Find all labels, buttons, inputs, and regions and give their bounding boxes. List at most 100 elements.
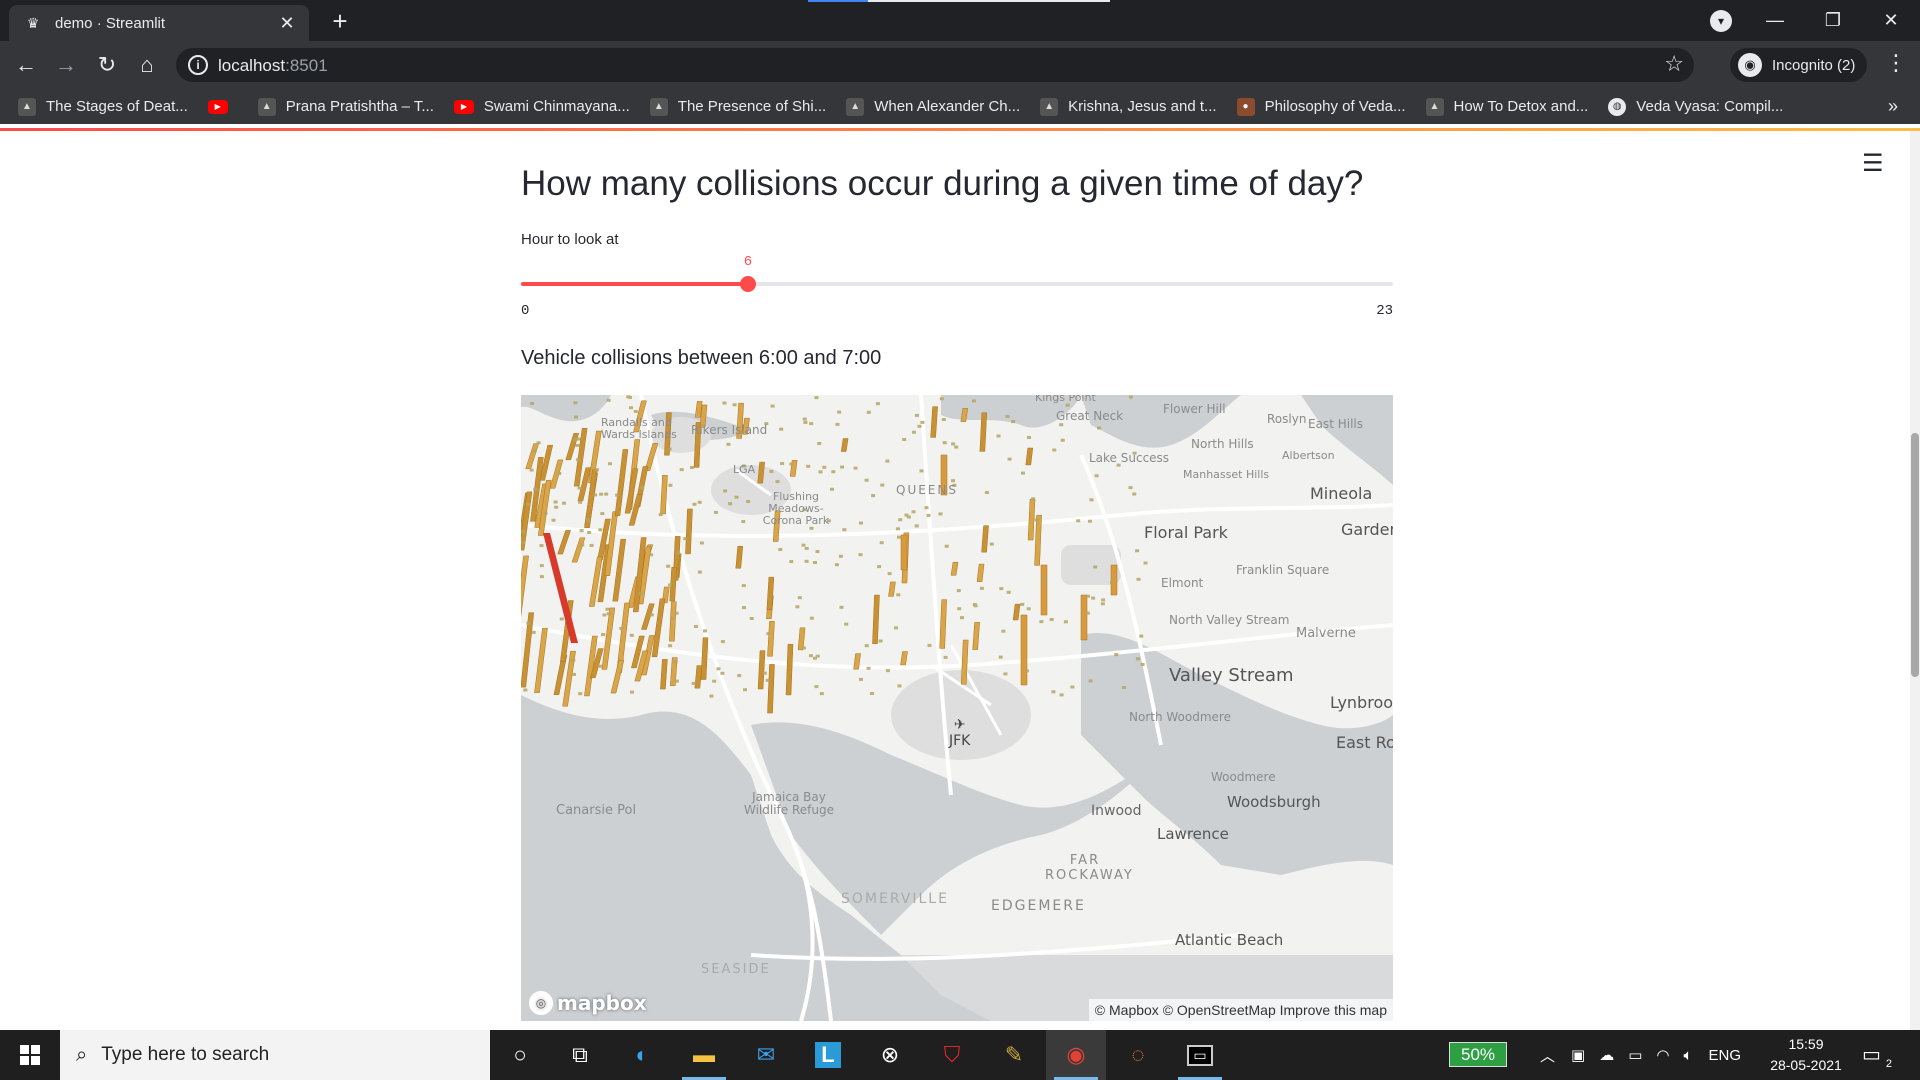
task-view-icon[interactable]: ⧉: [550, 1030, 610, 1080]
map-label: Lake Success: [1089, 451, 1170, 465]
scrollbar-thumb[interactable]: [1911, 433, 1919, 677]
map-label: Elmont: [1161, 576, 1204, 590]
clock-date: 28-05-2021: [1770, 1057, 1842, 1073]
collision-point: [1110, 580, 1114, 584]
wifi-icon[interactable]: ◠: [1656, 1046, 1669, 1064]
reload-icon[interactable]: ↻: [91, 49, 123, 81]
forward-icon[interactable]: →: [50, 49, 82, 81]
collision-point: [866, 666, 871, 670]
collision-point: [960, 616, 964, 620]
bookmark-item[interactable]: ▲ The Stages of Deat...: [18, 97, 188, 116]
bookmark-item[interactable]: ▲ Prana Pratishtha – T...: [257, 97, 434, 116]
meet-now-icon[interactable]: ▣: [1571, 1046, 1585, 1064]
tab-search-icon[interactable]: ▾: [1710, 10, 1732, 32]
taskbar-search[interactable]: ⌕ Type here to search: [60, 1030, 490, 1080]
chrome-icon[interactable]: ◉: [1046, 1030, 1106, 1080]
browser-menu-icon[interactable]: ⋮: [1884, 50, 1908, 76]
bookmark-label: Prana Pratishtha – T...: [285, 98, 434, 115]
clock[interactable]: 15:59 28-05-2021: [1768, 1034, 1844, 1076]
collision-point: [802, 417, 807, 421]
bookmark-item[interactable]: ▶: [207, 99, 238, 114]
map-label: Mineola: [1310, 484, 1373, 503]
edge-icon[interactable]: ◐: [612, 1030, 672, 1080]
collision-point: [579, 529, 584, 533]
bookmark-item[interactable]: ▲ Krishna, Jesus and t...: [1040, 97, 1217, 116]
close-tab-icon[interactable]: ✕: [275, 13, 299, 34]
map-label: Franklin Square: [1236, 563, 1330, 577]
hamburger-menu-icon[interactable]: ☰: [1862, 149, 1884, 178]
bookmark-item[interactable]: ◍ Veda Vyasa: Compil...: [1608, 97, 1783, 116]
bookmark-item[interactable]: ▲ How To Detox and...: [1425, 97, 1588, 116]
collision-point: [1114, 653, 1119, 657]
collision-point: [692, 502, 697, 506]
clock-time: 15:59: [1788, 1036, 1824, 1052]
restore-icon[interactable]: ❐: [1804, 10, 1862, 31]
collision-point: [539, 575, 544, 579]
slider-current-value: 6: [743, 254, 753, 270]
close-window-icon[interactable]: ✕: [1862, 10, 1920, 31]
collision-point: [894, 626, 898, 630]
collision-point: [809, 422, 814, 426]
collision-column: [525, 443, 540, 470]
tray-chevron-icon[interactable]: ︿: [1540, 1045, 1555, 1066]
bookmarks-overflow-icon[interactable]: »: [1888, 96, 1898, 117]
collision-point: [919, 469, 924, 473]
notification-center[interactable]: ▭ 2: [1862, 1042, 1892, 1070]
address-bar[interactable]: i localhost:8501 ☆: [176, 48, 1694, 82]
app-icon[interactable]: ✎: [984, 1030, 1044, 1080]
collision-column: [1080, 594, 1088, 641]
collision-point: [1088, 519, 1092, 523]
mail-icon[interactable]: ✉: [736, 1030, 796, 1080]
start-button[interactable]: [0, 1030, 60, 1080]
collision-point: [732, 403, 737, 407]
map-label: SOMERVILLE: [841, 891, 949, 907]
browser-tab[interactable]: ♛ demo · Streamlit ✕: [9, 5, 309, 41]
mcafee-icon[interactable]: ⛉: [922, 1030, 982, 1080]
collision-point: [658, 513, 663, 517]
bookmark-item[interactable]: ▲ When Alexander Ch...: [846, 97, 1020, 116]
collision-point: [734, 495, 739, 499]
collision-column: [981, 525, 989, 553]
collision-point: [770, 404, 775, 408]
map-label: SEASIDE: [701, 962, 771, 977]
collision-point: [606, 612, 611, 616]
language-indicator[interactable]: ENG: [1709, 1047, 1742, 1064]
collision-point: [808, 654, 813, 658]
home-icon[interactable]: ⌂: [131, 49, 163, 81]
jupyter-icon[interactable]: ◌: [1108, 1030, 1168, 1080]
incognito-indicator[interactable]: ◉ Incognito (2): [1730, 48, 1868, 82]
terminal-icon[interactable]: ▭: [1170, 1030, 1230, 1080]
site-info-icon[interactable]: i: [188, 55, 208, 75]
xbox-icon[interactable]: ⊗: [860, 1030, 920, 1080]
onedrive-icon[interactable]: ☁: [1599, 1046, 1614, 1064]
collision-point: [789, 560, 794, 564]
page-scrollbar[interactable]: [1910, 131, 1920, 1030]
mapbox-logo[interactable]: ◎ mapbox: [529, 991, 647, 1015]
collision-point: [1065, 403, 1070, 407]
collision-point: [589, 543, 594, 547]
slider-max-label: 23: [1376, 303, 1393, 319]
bookmark-item[interactable]: ● Philosophy of Veda...: [1236, 97, 1406, 116]
collision-point: [606, 398, 611, 402]
slider-thumb[interactable]: [740, 276, 756, 292]
collision-point: [628, 395, 632, 399]
volume-icon[interactable]: 🔈︎: [1683, 1047, 1692, 1064]
collision-point: [1122, 686, 1126, 689]
bookmark-item[interactable]: ▶ Swami Chinmayana...: [453, 98, 630, 115]
collision-point: [1101, 598, 1106, 602]
collision-map[interactable]: Kings Point Great Neck Flower Hill Rosly…: [521, 395, 1393, 1021]
new-tab-button[interactable]: +: [325, 6, 355, 36]
map-attribution[interactable]: © Mapbox © OpenStreetMap Improve this ma…: [1088, 999, 1393, 1021]
globe-icon: ◍: [1608, 97, 1627, 116]
cortana-icon[interactable]: ○: [490, 1030, 550, 1080]
battery-indicator[interactable]: 50%: [1449, 1042, 1507, 1067]
bookmark-item[interactable]: ▲ The Presence of Shi...: [649, 97, 826, 116]
collision-point: [668, 483, 673, 487]
minimize-icon[interactable]: —: [1746, 10, 1804, 31]
collision-column: [900, 534, 908, 571]
bookmark-star-icon[interactable]: ☆: [1664, 51, 1684, 77]
file-explorer-icon[interactable]: ▬: [674, 1030, 734, 1080]
back-icon[interactable]: ←: [10, 49, 42, 81]
l-app-icon[interactable]: L: [798, 1030, 858, 1080]
battery-tray-icon[interactable]: ▭: [1628, 1046, 1642, 1064]
